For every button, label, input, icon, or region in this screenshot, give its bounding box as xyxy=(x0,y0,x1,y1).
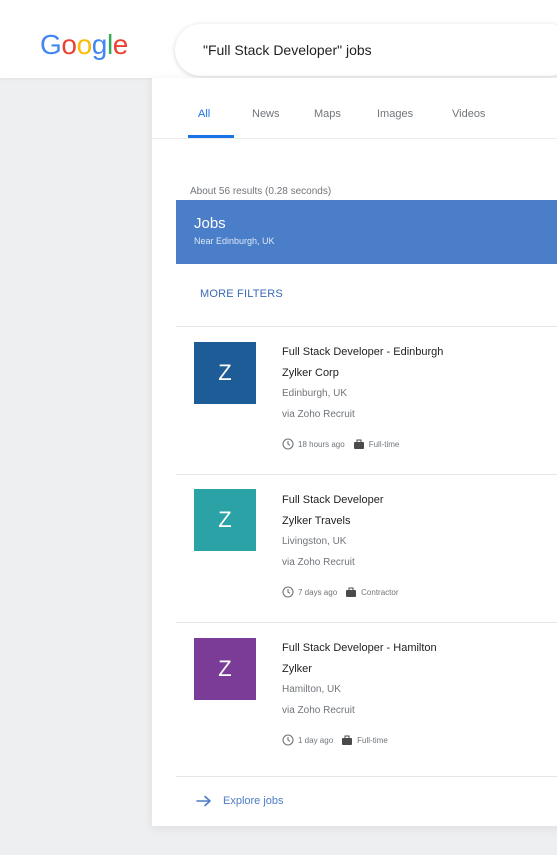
search-tabs: All News Maps Images Videos xyxy=(152,78,557,140)
logo-letter: g xyxy=(91,29,108,60)
clock-icon xyxy=(282,586,294,598)
company-logo: Z xyxy=(194,489,256,551)
tabs-divider xyxy=(152,138,557,139)
job-company: Zylker Travels xyxy=(282,515,351,527)
search-query: "Full Stack Developer" jobs xyxy=(203,42,372,58)
job-company: Zylker xyxy=(282,663,312,675)
explore-jobs-label: Explore jobs xyxy=(223,794,284,807)
briefcase-icon xyxy=(353,439,364,449)
jobs-title: Jobs xyxy=(194,215,226,232)
job-posted: 7 days ago xyxy=(298,587,338,597)
job-company: Zylker Corp xyxy=(282,367,339,379)
clock-icon xyxy=(282,734,294,746)
company-logo: Z xyxy=(194,342,256,404)
job-posted: 18 hours ago xyxy=(298,439,345,449)
job-type: Full-time xyxy=(368,439,400,449)
job-type: Full-time xyxy=(357,735,388,745)
job-type: Contractor xyxy=(361,587,399,597)
explore-jobs-link[interactable]: Explore jobs xyxy=(176,776,557,825)
arrow-right-icon xyxy=(196,795,211,806)
job-title: Full Stack Developer - Edinburgh xyxy=(282,346,444,358)
job-listing[interactable]: Z Full Stack Developer Zylker Travels Li… xyxy=(176,474,557,622)
job-listing[interactable]: Z Full Stack Developer - Hamilton Zylker… xyxy=(176,622,557,770)
logo-letter: o xyxy=(61,29,77,60)
tab-news[interactable]: News xyxy=(252,108,280,120)
company-logo-letter: Z xyxy=(218,360,232,385)
job-meta: 1 day ago Full-time xyxy=(282,733,388,747)
results-panel: All News Maps Images Videos About 56 res… xyxy=(152,78,557,826)
job-source: via Zoho Recruit xyxy=(282,705,355,716)
job-source: via Zoho Recruit xyxy=(282,557,355,568)
logo-letter: G xyxy=(40,29,62,60)
logo-letter: e xyxy=(112,29,129,60)
job-location: Livingston, UK xyxy=(282,536,347,547)
tab-maps[interactable]: Maps xyxy=(314,108,341,120)
clock-icon xyxy=(282,438,294,450)
job-location: Hamilton, UK xyxy=(282,684,341,695)
company-logo: Z xyxy=(194,638,256,700)
jobs-header[interactable]: Jobs Near Edinburgh, UK xyxy=(176,200,557,264)
job-posted: 1 day ago xyxy=(298,735,334,745)
search-input[interactable]: "Full Stack Developer" jobs xyxy=(175,24,557,76)
job-listing[interactable]: Z Full Stack Developer - Edinburgh Zylke… xyxy=(176,326,557,474)
company-logo-letter: Z xyxy=(218,507,232,532)
tab-all[interactable]: All xyxy=(198,108,210,120)
tab-images[interactable]: Images xyxy=(377,108,413,120)
job-meta: 7 days ago Contractor xyxy=(282,585,399,599)
briefcase-icon xyxy=(346,587,357,597)
job-source: via Zoho Recruit xyxy=(282,409,355,420)
result-stats: About 56 results (0.28 seconds) xyxy=(190,186,332,197)
job-meta: 18 hours ago Full-time xyxy=(282,437,399,451)
job-title: Full Stack Developer xyxy=(282,494,384,506)
logo-letter: o xyxy=(76,29,93,60)
tab-videos[interactable]: Videos xyxy=(452,108,485,120)
job-location: Edinburgh, UK xyxy=(282,388,348,399)
more-filters-button[interactable]: MORE FILTERS xyxy=(200,288,283,300)
briefcase-icon xyxy=(342,735,353,745)
jobs-location: Near Edinburgh, UK xyxy=(194,236,275,246)
jobs-card: Jobs Near Edinburgh, UK MORE FILTERS Z F… xyxy=(176,200,557,825)
company-logo-letter: Z xyxy=(218,656,232,681)
job-title: Full Stack Developer - Hamilton xyxy=(282,642,437,654)
top-header: Google "Full Stack Developer" jobs xyxy=(0,0,557,78)
google-logo[interactable]: Google xyxy=(40,30,128,60)
